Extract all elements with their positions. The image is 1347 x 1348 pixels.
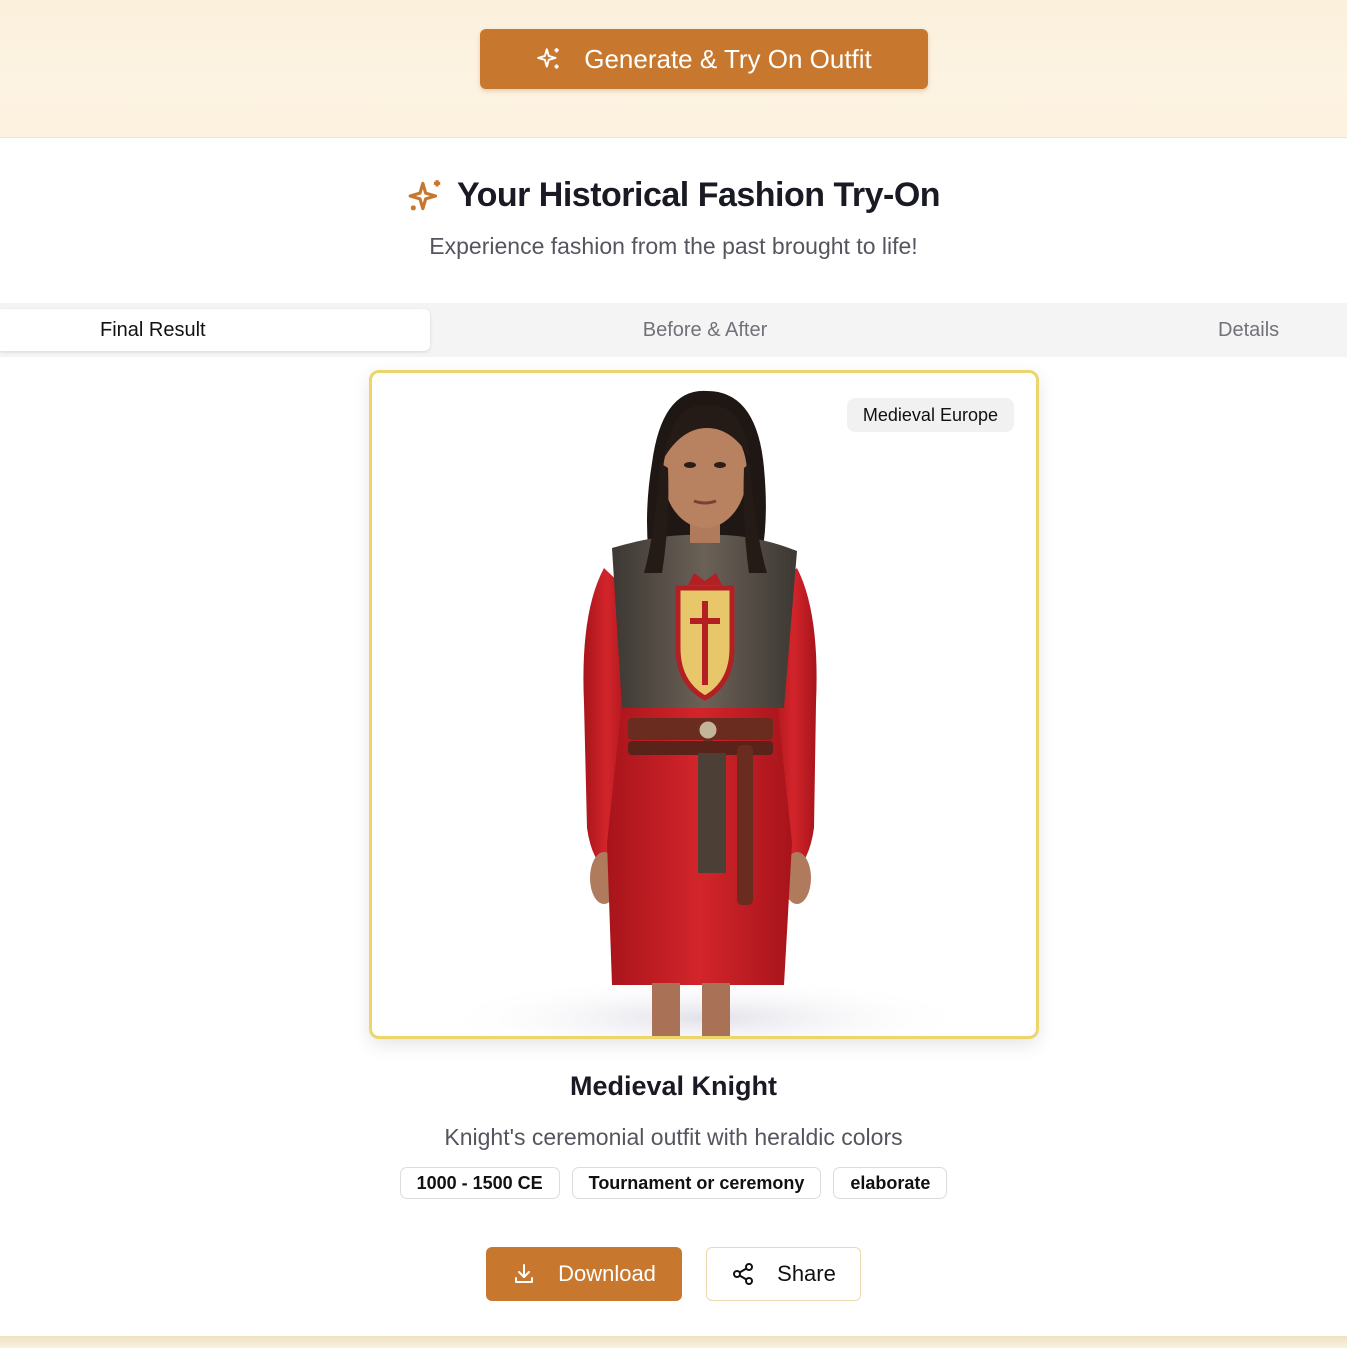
sparkles-icon [408, 179, 441, 210]
download-icon [515, 1264, 534, 1283]
generate-try-on-button[interactable]: Generate & Try On Outfit [480, 29, 928, 89]
result-actions: Download Share [0, 1247, 1347, 1301]
download-label: Download [558, 1261, 656, 1286]
tab-final-result[interactable]: Final Result [0, 309, 430, 351]
page-header: Your Historical Fashion Try-On Experienc… [0, 176, 1347, 260]
tag-period: 1000 - 1500 CE [399, 1167, 560, 1199]
result-tabs: Final Result Before & After Details [0, 303, 1347, 357]
era-badge: Medieval Europe [846, 398, 1014, 432]
sparkles-icon [537, 48, 559, 69]
outfit-description: Knight's ceremonial outfit with heraldic… [444, 1124, 903, 1150]
generate-button-label: Generate & Try On Outfit [584, 43, 872, 74]
bottom-band [0, 1336, 1347, 1348]
page-subtitle: Experience fashion from the past brought… [429, 233, 918, 259]
tab-details[interactable]: Details [1150, 309, 1347, 351]
outfit-tags: 1000 - 1500 CE Tournament or ceremony el… [0, 1167, 1347, 1199]
outfit-name: Medieval Knight [569, 1071, 778, 1101]
tag-occasion: Tournament or ceremony [571, 1167, 822, 1199]
download-button[interactable]: Download [486, 1247, 682, 1301]
page-title: Your Historical Fashion Try-On [456, 176, 941, 214]
share-icon [733, 1263, 754, 1285]
share-label: Share [777, 1261, 836, 1286]
tag-complexity: elaborate [833, 1167, 948, 1199]
result-image-card: Medieval Europe [369, 370, 1039, 1039]
tab-before-after[interactable]: Before & After [430, 309, 980, 351]
top-band: Generate & Try On Outfit [0, 0, 1347, 138]
share-button[interactable]: Share [706, 1247, 861, 1301]
try-on-result-image [435, 390, 975, 1036]
